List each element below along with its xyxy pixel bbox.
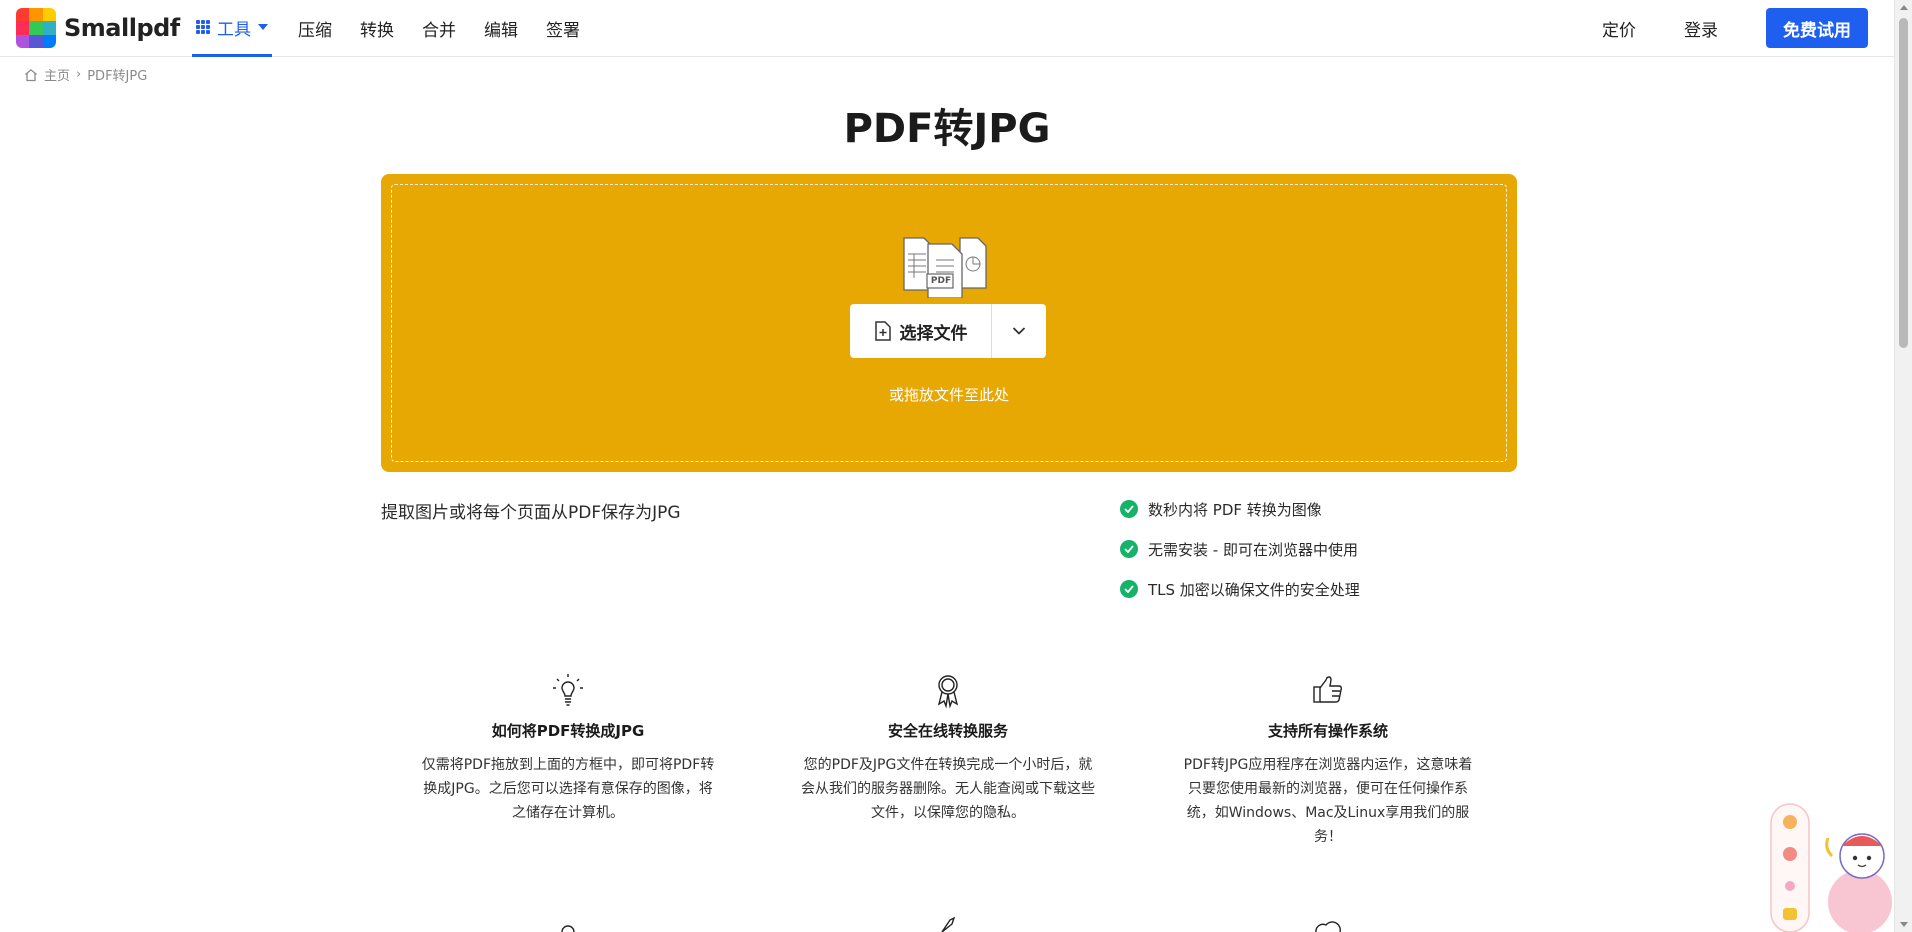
card-title: 如何将PDF转换成JPG	[491, 722, 645, 740]
nav-merge[interactable]: 合并	[422, 16, 456, 41]
rocket-icon	[941, 916, 956, 932]
breadcrumb: 主页 › PDF转JPG	[24, 65, 147, 84]
check-circle-icon	[1120, 580, 1138, 598]
select-file-label: 选择文件	[899, 323, 968, 344]
top-header: Smallpdf 工具 压缩 转换 合并 编辑 签署 定价 登录 免费试用	[0, 0, 1894, 57]
main-nav: 工具 压缩 转换 合并 编辑 签署	[192, 0, 608, 57]
feature-item: TLS 加密以确保文件的安全处理	[1120, 578, 1360, 600]
nav-compress[interactable]: 压缩	[298, 16, 332, 41]
pricing-link[interactable]: 定价	[1602, 16, 1636, 41]
feature-item: 数秒内将 PDF 转换为图像	[1120, 498, 1360, 520]
feature-list: 数秒内将 PDF 转换为图像 无需安装 - 即可在浏览器中使用 TLS 加密以确…	[1120, 498, 1360, 618]
card-text: PDF转JPG应用程序在浏览器内运作，这意味着只要您使用最新的浏览器，便可在任何…	[1183, 757, 1473, 845]
award-icon	[937, 675, 959, 709]
scroll-down-arrow-icon[interactable]	[1900, 922, 1908, 927]
pdf-badge: PDF	[930, 276, 952, 286]
scroll-thumb[interactable]	[1899, 18, 1908, 348]
card-text: 仅需将PDF拖放到上面的方框中，即可将PDF转换成JPG。之后您可以选择有意保存…	[421, 757, 715, 821]
logo-mark-icon	[16, 8, 56, 48]
tool-description: 提取图片或将每个页面从PDF保存为JPG	[381, 503, 681, 523]
chevron-down-icon	[1012, 327, 1026, 335]
next-row-icon	[561, 925, 575, 932]
breadcrumb-home-link[interactable]: 主页	[44, 65, 70, 84]
login-link[interactable]: 登录	[1684, 16, 1718, 41]
select-file-group: 选择文件	[850, 304, 1046, 358]
info-card: 安全在线转换服务 您的PDF及JPG文件在转换完成一个小时后，就会从我们的服务器…	[798, 670, 1098, 825]
nav-edit[interactable]: 编辑	[484, 16, 518, 41]
card-title: 安全在线转换服务	[887, 722, 1008, 740]
page-title: PDF转JPG	[843, 106, 1051, 152]
scroll-up-arrow-icon[interactable]	[1900, 5, 1908, 10]
source-dropdown-button[interactable]	[992, 304, 1046, 358]
info-card: 如何将PDF转换成JPG 仅需将PDF拖放到上面的方框中，即可将PDF转换成JP…	[418, 670, 718, 825]
home-icon	[25, 68, 37, 81]
tools-label: 工具	[217, 19, 251, 40]
cloud-icon	[1315, 921, 1341, 932]
card-title: 支持所有操作系统	[1267, 722, 1388, 740]
files-illustration-icon	[903, 237, 987, 298]
feature-item: 无需安装 - 即可在浏览器中使用	[1120, 538, 1360, 560]
feature-text: TLS 加密以确保文件的安全处理	[1148, 580, 1360, 599]
logo-text: Smallpdf	[64, 14, 180, 42]
feature-text: 数秒内将 PDF 转换为图像	[1148, 500, 1322, 519]
lightbulb-icon	[553, 674, 583, 706]
thumbs-up-icon	[1313, 676, 1343, 703]
card-text: 您的PDF及JPG文件在转换完成一个小时后，就会从我们的服务器删除。无人能查阅或…	[801, 757, 1095, 821]
file-dropzone[interactable]: PDF 选择文件 或拖放文件至此处	[381, 174, 1517, 472]
account-nav: 定价 登录 免费试用	[1602, 8, 1868, 48]
smallpdf-logo[interactable]: Smallpdf	[16, 8, 180, 48]
check-circle-icon	[1120, 500, 1138, 518]
feature-text: 无需安装 - 即可在浏览器中使用	[1148, 540, 1358, 559]
tools-menu-button[interactable]: 工具	[192, 0, 272, 57]
apps-grid-icon	[196, 20, 210, 34]
check-circle-icon	[1120, 540, 1138, 558]
drop-hint-text: 或拖放文件至此处	[888, 386, 1009, 404]
free-trial-button[interactable]: 免费试用	[1766, 8, 1868, 48]
nav-sign[interactable]: 签署	[546, 16, 580, 41]
breadcrumb-separator-icon: ›	[76, 67, 82, 82]
nav-convert[interactable]: 转换	[360, 16, 394, 41]
breadcrumb-current: PDF转JPG	[87, 69, 148, 84]
select-file-button[interactable]: 选择文件	[850, 304, 992, 358]
file-add-icon	[874, 321, 891, 341]
mascot-sticker-icon[interactable]	[1770, 798, 1894, 932]
info-card: 支持所有操作系统 PDF转JPG应用程序在浏览器内运作，这意味着只要您使用最新的…	[1178, 670, 1478, 849]
caret-down-icon	[258, 24, 268, 30]
page-scrollbar[interactable]	[1894, 0, 1912, 932]
